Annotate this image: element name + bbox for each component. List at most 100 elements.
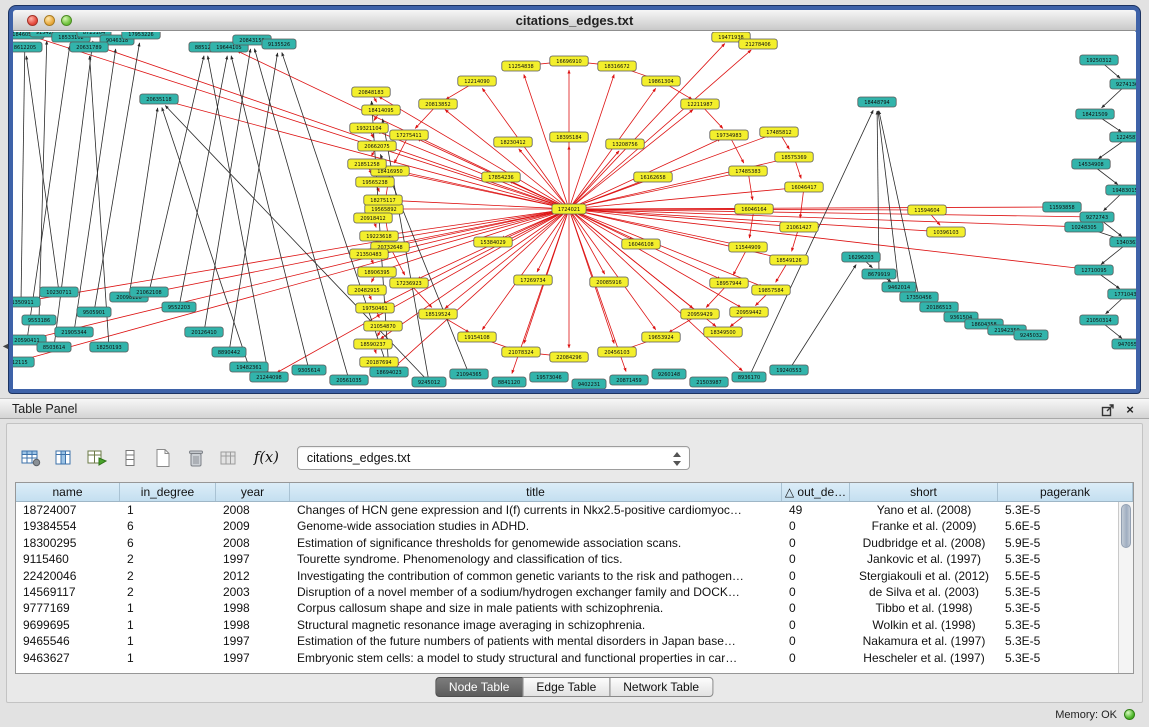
- graph-node[interactable]: 11254838: [502, 61, 540, 71]
- graph-edge[interactable]: [380, 154, 469, 374]
- graph-node[interactable]: 19250312: [1080, 55, 1118, 65]
- graph-node[interactable]: 18250193: [90, 342, 128, 352]
- graph-edge[interactable]: [482, 88, 569, 209]
- graph-node[interactable]: 21094365: [450, 369, 488, 379]
- graph-edge[interactable]: [168, 101, 569, 209]
- graph-node[interactable]: 21503987: [690, 377, 728, 387]
- graph-node[interactable]: 9272743: [1080, 212, 1114, 222]
- graph-node[interactable]: 12214090: [458, 76, 496, 86]
- graph-node[interactable]: 21244098: [250, 372, 288, 382]
- graph-node[interactable]: 17953226: [122, 32, 160, 39]
- graph-node[interactable]: 18316672: [598, 61, 636, 71]
- graph-node[interactable]: 20959429: [681, 309, 719, 319]
- graph-node[interactable]: 20187694: [360, 357, 398, 367]
- graph-node[interactable]: 16046417: [785, 182, 823, 192]
- column-header-out_degree[interactable]: △ out_de…: [782, 483, 850, 501]
- tab-network-table[interactable]: Network Table: [609, 677, 713, 697]
- graph-node[interactable]: 20085916: [590, 277, 628, 287]
- graph-node[interactable]: 8503614: [37, 342, 71, 352]
- graph-edge[interactable]: [129, 108, 158, 297]
- graph-node[interactable]: 8841120: [492, 377, 526, 387]
- graph-node[interactable]: 18575369: [775, 152, 813, 162]
- graph-edge[interactable]: [878, 111, 899, 287]
- graph-node[interactable]: 21350911: [13, 297, 40, 307]
- column-header-pagerank[interactable]: pagerank: [998, 483, 1133, 501]
- graph-node[interactable]: 10396103: [927, 227, 965, 237]
- graph-node[interactable]: 18957944: [710, 278, 748, 288]
- column-header-in_degree[interactable]: in_degree: [120, 483, 216, 501]
- graph-node[interactable]: 9135526: [262, 39, 296, 49]
- graph-edge[interactable]: [90, 56, 109, 347]
- table-row[interactable]: 1938455462009Genome-wide association stu…: [16, 518, 1118, 534]
- float-panel-icon[interactable]: [1101, 403, 1115, 417]
- graph-edge[interactable]: [789, 265, 856, 370]
- graph-node[interactable]: 16162658: [634, 172, 672, 182]
- graph-node[interactable]: 19653924: [642, 332, 680, 342]
- close-window-button[interactable]: [27, 15, 38, 26]
- graph-node[interactable]: 18230412: [494, 137, 532, 147]
- graph-node[interactable]: 16696910: [550, 56, 588, 66]
- graph-node[interactable]: 20186513: [920, 302, 958, 312]
- graph-node[interactable]: 14534908: [1072, 159, 1110, 169]
- graph-node[interactable]: 17275411: [390, 130, 428, 140]
- graph-node[interactable]: 19573046: [530, 372, 568, 382]
- graph-edge[interactable]: [569, 44, 725, 209]
- graph-node[interactable]: 18549126: [770, 255, 808, 265]
- graph-node[interactable]: 9305614: [292, 365, 326, 375]
- scrollbar-thumb[interactable]: [1121, 504, 1131, 548]
- graph-node[interactable]: 19482361: [230, 362, 268, 372]
- graph-node[interactable]: 19750461: [356, 303, 394, 313]
- graph-node[interactable]: 16046164: [735, 204, 773, 214]
- graph-node[interactable]: 16296203: [842, 252, 880, 262]
- graph-node[interactable]: 9245012: [412, 377, 446, 387]
- column-header-title[interactable]: title: [290, 483, 782, 501]
- table-row[interactable]: 1872400712008Changes of HCN gene express…: [16, 502, 1118, 518]
- graph-node[interactable]: 20959442: [730, 307, 768, 317]
- rows-icon[interactable]: [116, 445, 144, 471]
- new-file-icon[interactable]: [149, 445, 177, 471]
- graph-node[interactable]: 8890442: [212, 347, 246, 357]
- graph-node[interactable]: 18694023: [370, 367, 408, 377]
- graph-node[interactable]: 9245032: [1014, 330, 1048, 340]
- graph-node[interactable]: 18590237: [354, 339, 392, 349]
- table-row[interactable]: 911546021997Tourette syndrome. Phenomeno…: [16, 551, 1118, 567]
- graph-node[interactable]: 18414095: [362, 105, 400, 115]
- import-table-icon[interactable]: [215, 445, 243, 471]
- graph-node[interactable]: 18448794: [858, 97, 896, 107]
- graph-edge[interactable]: [54, 41, 93, 347]
- minimize-window-button[interactable]: [44, 15, 55, 26]
- graph-node[interactable]: 9274136: [1110, 79, 1136, 89]
- graph-edge[interactable]: [569, 50, 751, 209]
- graph-edge[interactable]: [569, 110, 693, 209]
- vertical-scrollbar[interactable]: [1118, 502, 1133, 673]
- graph-edge[interactable]: [26, 56, 59, 292]
- graph-edge[interactable]: [537, 209, 569, 272]
- network-canvas[interactable]: 1724021112548381669691018316672198613041…: [13, 32, 1136, 389]
- graph-node[interactable]: 11593858: [1043, 202, 1081, 212]
- zoom-window-button[interactable]: [61, 15, 72, 26]
- graph-node[interactable]: 19861304: [642, 76, 680, 86]
- graph-node[interactable]: 20635118: [140, 94, 178, 104]
- graph-node[interactable]: 10248305: [1065, 222, 1103, 232]
- graph-node[interactable]: 20813852: [419, 99, 457, 109]
- graph-node[interactable]: 21851258: [348, 159, 386, 169]
- graph-edge[interactable]: [569, 209, 656, 330]
- table-row[interactable]: 1456911722003Disruption of a novel membe…: [16, 584, 1118, 600]
- graph-node[interactable]: 17269734: [514, 275, 552, 285]
- network-graph[interactable]: 1724021112548381669691018316672198613041…: [13, 32, 1136, 389]
- graph-edge[interactable]: [569, 207, 1053, 209]
- graph-node[interactable]: 12710095: [1075, 265, 1113, 275]
- graph-node[interactable]: 21061427: [780, 222, 818, 232]
- graph-edge[interactable]: [21, 43, 25, 302]
- graph-node[interactable]: 11544909: [729, 242, 767, 252]
- graph-edge[interactable]: [877, 111, 879, 274]
- graph-node[interactable]: 19565238: [356, 177, 394, 187]
- graph-edge[interactable]: [445, 110, 569, 209]
- graph-node[interactable]: 20871459: [610, 375, 648, 385]
- graph-node[interactable]: 21078324: [502, 347, 540, 357]
- graph-node[interactable]: 9402231: [572, 379, 606, 389]
- network-window-titlebar[interactable]: citations_edges.txt: [13, 10, 1136, 31]
- graph-node[interactable]: 16046108: [622, 239, 660, 249]
- graph-node[interactable]: 17485383: [729, 166, 767, 176]
- graph-node[interactable]: 18349500: [704, 327, 742, 337]
